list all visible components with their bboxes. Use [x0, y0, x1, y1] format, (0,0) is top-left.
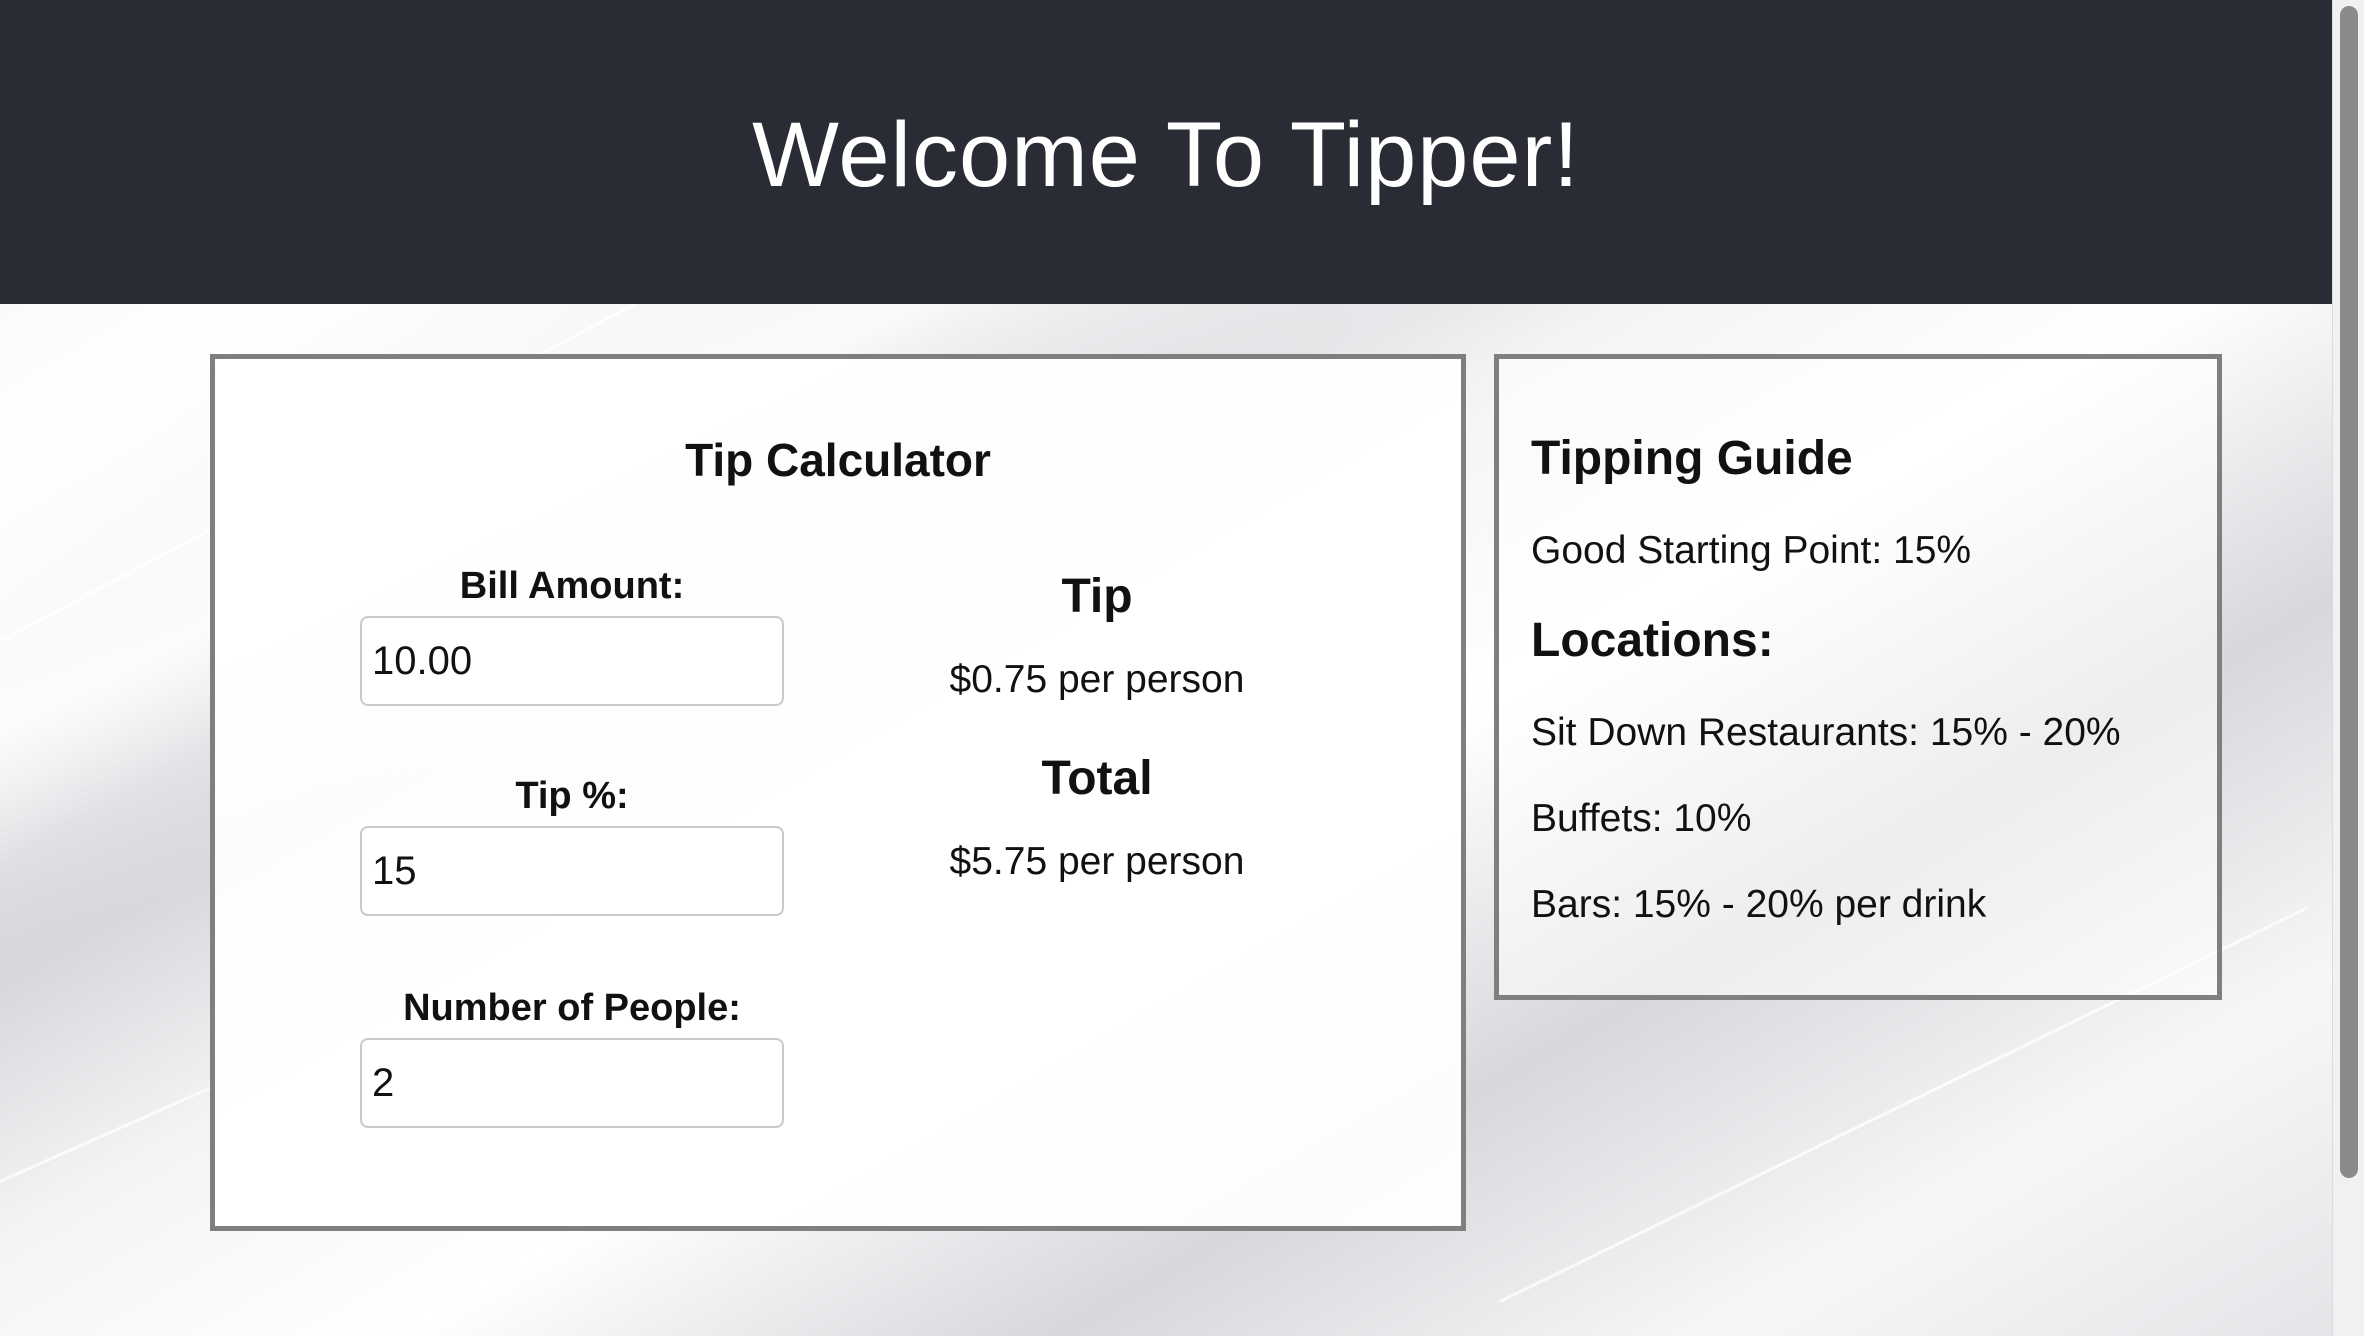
- guide-title: Tipping Guide: [1531, 432, 1853, 485]
- tip-result: Tip $0.75 per person: [905, 569, 1289, 702]
- calculator-title: Tip Calculator: [685, 434, 991, 486]
- bill-amount-input[interactable]: [360, 616, 784, 706]
- location-item: Sit Down Restaurants: 15% - 20%: [1531, 711, 2121, 754]
- number-of-people-field: Number of People:: [360, 987, 784, 1128]
- scrollbar-thumb[interactable]: [2340, 6, 2358, 1178]
- tip-percent-field: Tip %:: [360, 775, 784, 916]
- tip-per-person: $0.75 per person: [949, 658, 1245, 701]
- page-title: Welcome To Tipper!: [752, 103, 1580, 206]
- vertical-scrollbar[interactable]: [2332, 0, 2364, 1336]
- number-of-people-label: Number of People:: [403, 987, 741, 1029]
- tip-calculator-panel: Tip Calculator Bill Amount: Tip %: Numbe…: [210, 354, 1466, 1231]
- tip-percent-label: Tip %:: [515, 775, 629, 817]
- page-header: Welcome To Tipper!: [0, 0, 2332, 304]
- total-heading: Total: [1041, 752, 1153, 805]
- bill-amount-label: Bill Amount:: [459, 565, 685, 607]
- tipping-guide-panel: Tipping Guide Good Starting Point: 15% L…: [1494, 354, 2222, 1000]
- number-of-people-input[interactable]: [360, 1038, 784, 1128]
- tip-percent-input[interactable]: [360, 826, 784, 916]
- bill-amount-field: Bill Amount:: [360, 565, 784, 706]
- tip-heading: Tip: [1061, 570, 1133, 623]
- location-item: Buffets: 10%: [1531, 797, 1752, 840]
- starting-point-text: Good Starting Point: 15%: [1531, 529, 1972, 572]
- total-result: Total $5.75 per person: [905, 751, 1289, 884]
- total-per-person: $5.75 per person: [949, 840, 1245, 883]
- locations-title: Locations:: [1531, 614, 1774, 667]
- location-item: Bars: 15% - 20% per drink: [1531, 883, 1987, 926]
